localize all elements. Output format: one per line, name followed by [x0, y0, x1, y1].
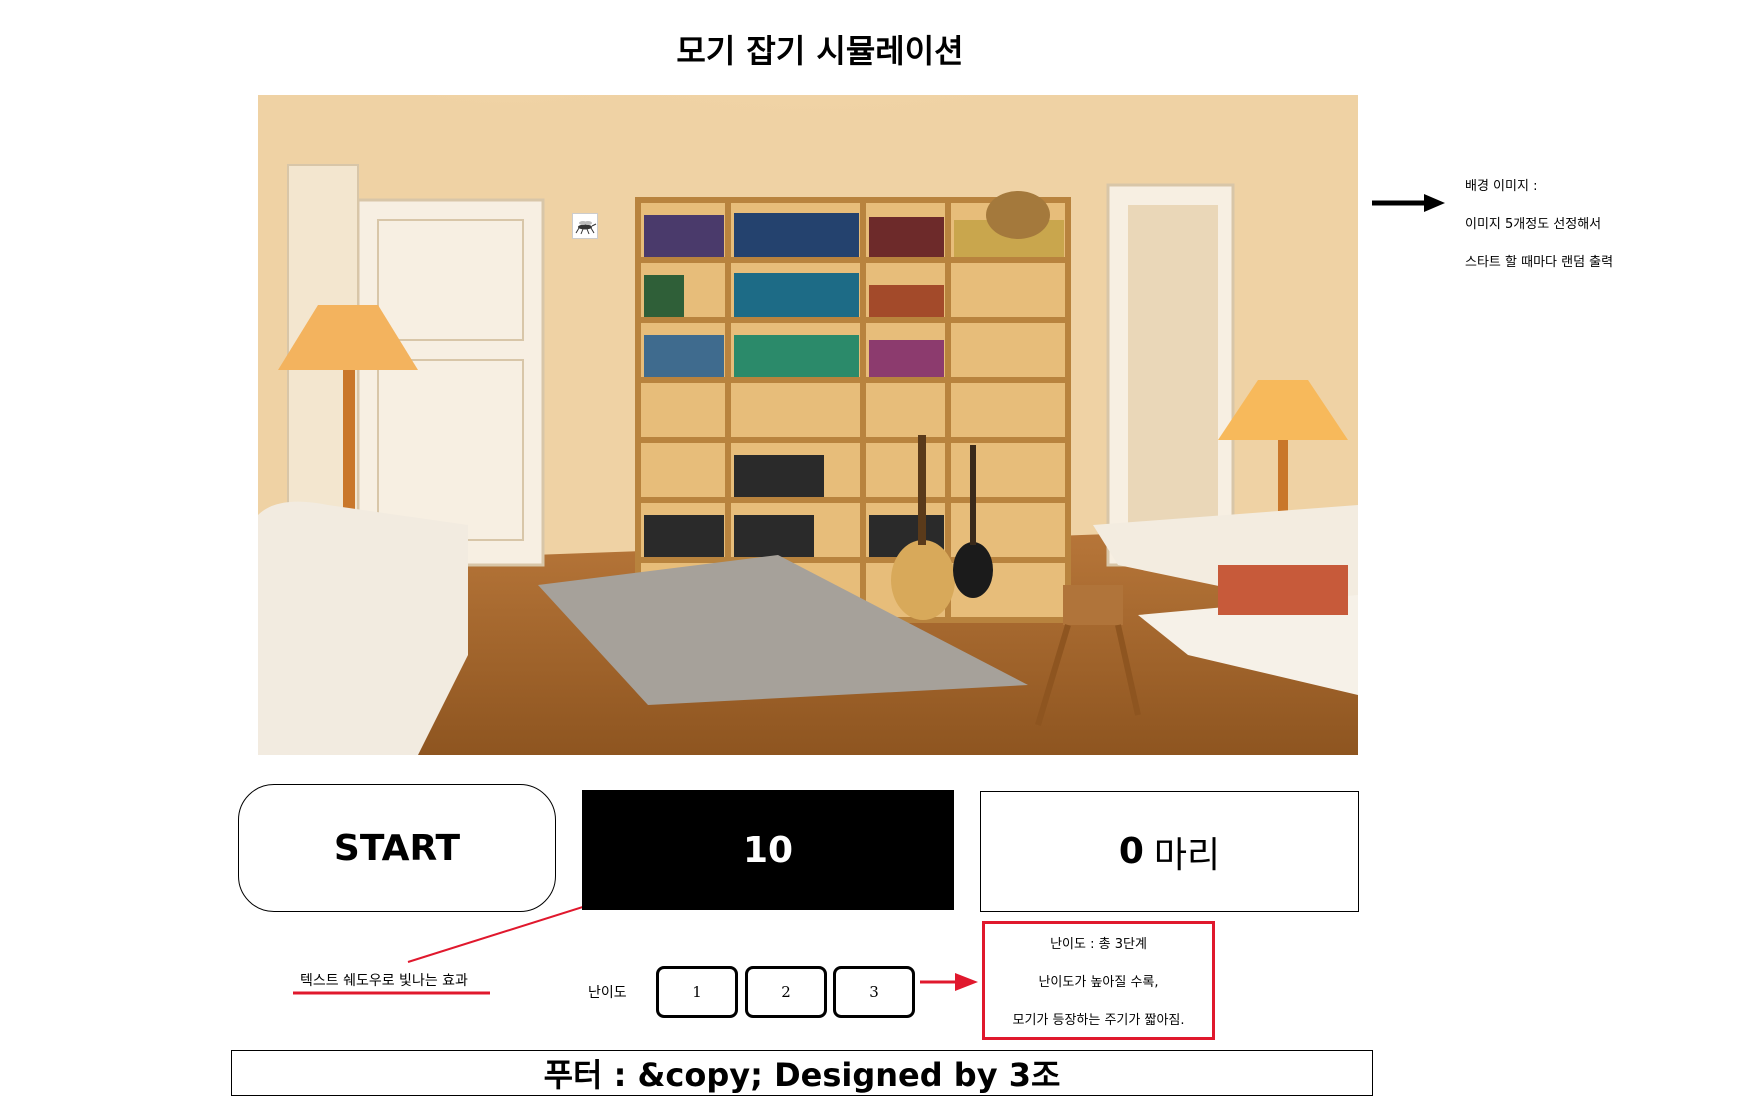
- score-count: 0: [1118, 831, 1144, 872]
- score-display: 0 마리: [980, 791, 1359, 912]
- timer-display: 10: [582, 790, 954, 910]
- difficulty-level-3-button[interactable]: 3: [833, 966, 915, 1018]
- footer: 푸터 : &copy; Designed by 3조: [231, 1050, 1373, 1096]
- game-background-image[interactable]: [258, 95, 1358, 755]
- right-arrow-icon: [1372, 194, 1445, 212]
- text-shadow-annotation: 텍스트 쉐도우로 빛나는 효과: [300, 973, 468, 989]
- difficulty-note-line-1: 난이도 : 총 3단계: [1050, 937, 1147, 952]
- difficulty-label: 난이도: [588, 985, 627, 1001]
- mosquito-icon[interactable]: [572, 213, 598, 239]
- page-title: 모기 잡기 시뮬레이션: [676, 32, 964, 70]
- note-line-2: 이미지 5개정도 선정해서: [1465, 217, 1602, 232]
- room-illustration: [258, 95, 1358, 755]
- background-image-note: 배경 이미지 : 이미지 5개정도 선정해서 스타트 할 때마다 랜덤 출력: [1465, 168, 1613, 282]
- footer-text: 푸터 : &copy; Designed by 3조: [543, 1056, 1061, 1094]
- start-button[interactable]: START: [238, 784, 556, 912]
- difficulty-level-1-button[interactable]: 1: [656, 966, 738, 1018]
- difficulty-note-line-3: 모기가 등장하는 주기가 짧아짐.: [1012, 1013, 1185, 1028]
- timer-value: 10: [742, 829, 794, 871]
- note-line-1: 배경 이미지 :: [1465, 179, 1538, 194]
- difficulty-level-2-button[interactable]: 2: [745, 966, 827, 1018]
- difficulty-note: 난이도 : 총 3단계 난이도가 높아질 수록, 모기가 등장하는 주기가 짧아…: [982, 921, 1215, 1040]
- difficulty-note-line-2: 난이도가 높아질 수록,: [1038, 975, 1159, 990]
- note-line-3: 스타트 할 때마다 랜덤 출력: [1465, 255, 1614, 270]
- score-unit: 마리: [1153, 834, 1221, 876]
- difficulty-arrow-icon: [920, 973, 978, 991]
